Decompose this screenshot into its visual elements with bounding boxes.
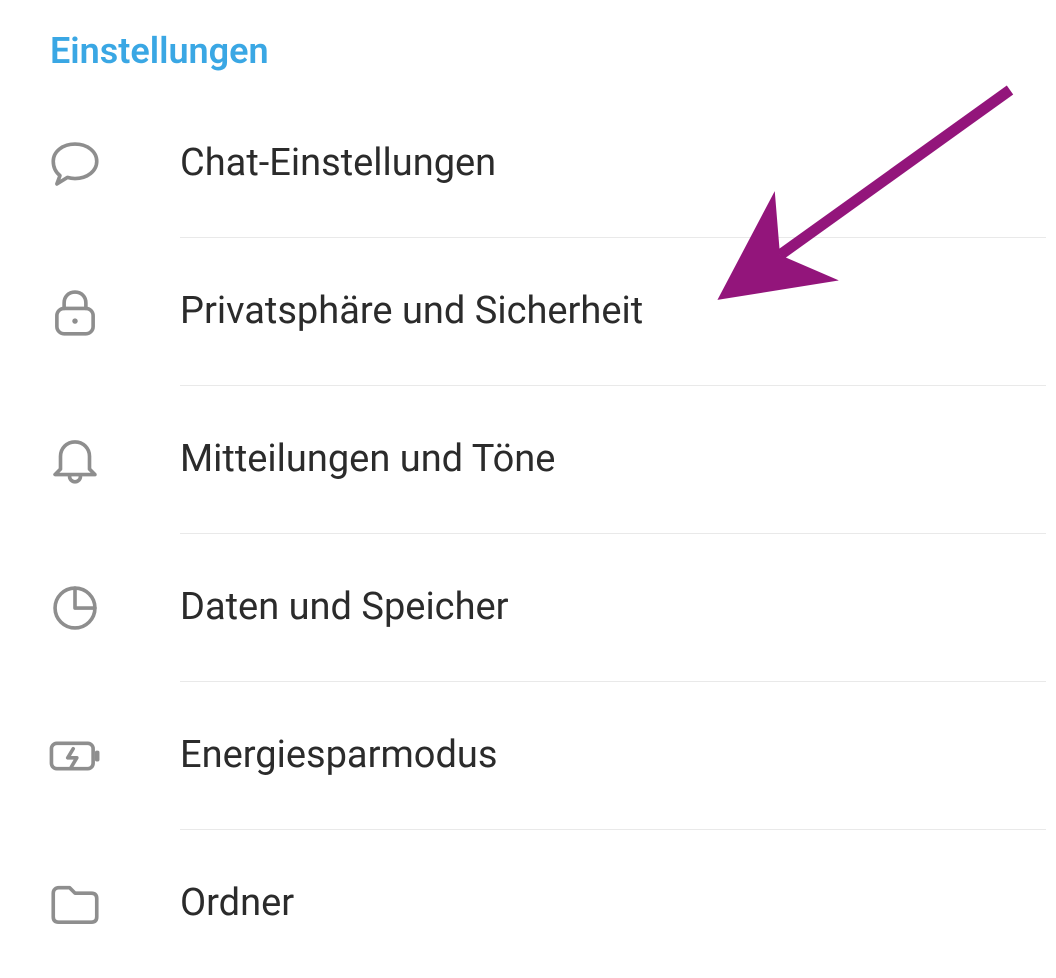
menu-item-folders[interactable]: Ordner	[0, 830, 1056, 978]
menu-item-label: Mitteilungen und Töne	[180, 437, 1056, 483]
lock-icon	[0, 283, 180, 341]
menu-item-label: Energiesparmodus	[180, 733, 1056, 779]
settings-menu: Chat-Einstellungen Privatsphäre und Sich…	[0, 90, 1056, 978]
menu-item-label: Chat-Einstellungen	[180, 141, 1056, 187]
menu-item-power-saving[interactable]: Energiesparmodus	[0, 682, 1056, 830]
menu-item-label: Ordner	[180, 881, 1056, 927]
pie-chart-icon	[0, 579, 180, 637]
bell-icon	[0, 431, 180, 489]
battery-icon	[0, 727, 180, 785]
menu-item-chat-settings[interactable]: Chat-Einstellungen	[0, 90, 1056, 238]
chat-bubble-icon	[0, 135, 180, 193]
menu-item-label: Privatsphäre und Sicherheit	[180, 289, 1056, 335]
menu-item-data-storage[interactable]: Daten und Speicher	[0, 534, 1056, 682]
menu-item-label: Daten und Speicher	[180, 585, 1056, 631]
menu-item-notifications-sounds[interactable]: Mitteilungen und Töne	[0, 386, 1056, 534]
folder-icon	[0, 875, 180, 933]
settings-page: Einstellungen Chat-Einstellungen Privats…	[0, 0, 1056, 930]
menu-item-privacy-security[interactable]: Privatsphäre und Sicherheit	[0, 238, 1056, 386]
settings-section-title: Einstellungen	[0, 30, 1056, 90]
